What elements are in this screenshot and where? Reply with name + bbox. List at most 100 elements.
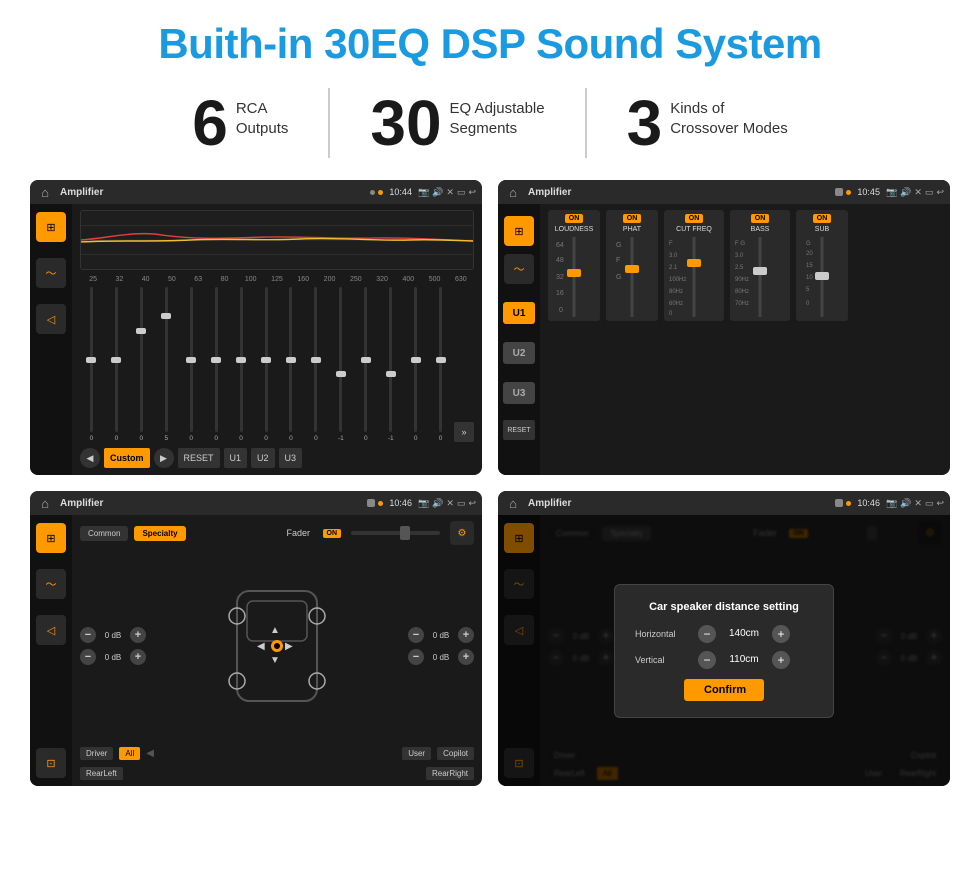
bal-specialty-tab[interactable]: Specialty [134, 526, 185, 541]
eq-slider-14[interactable]: 0 [404, 287, 427, 442]
bal-all-btn[interactable]: All [119, 747, 140, 760]
freq-40: 40 [133, 276, 159, 283]
svg-text:▼: ▼ [270, 655, 280, 666]
balance-content: ⊞ 〜 ◁ ⊡ Common Specialty Fader ON [30, 515, 482, 786]
amp-filter-btn[interactable]: ⊞ [504, 216, 534, 246]
stat-rca-number: 6 [192, 91, 228, 155]
vertical-plus-btn[interactable]: + [772, 651, 790, 669]
bal-rearright-btn[interactable]: RearRight [426, 767, 474, 780]
loudness-on[interactable]: ON [565, 214, 584, 223]
bal-wave-btn[interactable]: 〜 [36, 569, 66, 599]
eq-wave-btn[interactable]: 〜 [36, 258, 66, 288]
bal-plus-4[interactable]: + [458, 649, 474, 665]
confirm-button[interactable]: Confirm [684, 679, 764, 701]
status-dot-1 [370, 190, 375, 195]
status-dot-2 [378, 190, 383, 195]
amp-title-2: Amplifier [528, 187, 571, 198]
amp-reset-side[interactable]: RESET [503, 420, 534, 440]
window-icon-4[interactable]: ▭ [925, 498, 934, 509]
bal-plus-3[interactable]: + [458, 627, 474, 643]
eq-u1-btn[interactable]: U1 [224, 448, 248, 468]
status-bar-1: ⌂ Amplifier 10:44 📷 🔊 ✕ ▭ ↩ [30, 180, 482, 204]
bal-expand-btn[interactable]: ⊡ [36, 748, 66, 778]
vol-icon-4: 🔊 [900, 498, 911, 509]
eq-slider-2[interactable]: 0 [105, 287, 128, 442]
eq-content: ⊞ 〜 ◁ [30, 204, 482, 475]
horizontal-plus-btn[interactable]: + [772, 625, 790, 643]
eq-play-btn[interactable]: ▶ [154, 448, 174, 468]
eq-speaker-btn[interactable]: ◁ [36, 304, 66, 334]
vertical-minus-btn[interactable]: − [698, 651, 716, 669]
home-icon-1[interactable]: ⌂ [36, 183, 54, 201]
eq-slider-4[interactable]: 5 [155, 287, 178, 442]
eq-slider-6[interactable]: 0 [205, 287, 228, 442]
sub-on[interactable]: ON [813, 214, 832, 223]
eq-slider-8[interactable]: 0 [255, 287, 278, 442]
close-icon-3[interactable]: ✕ [446, 498, 454, 509]
eq-slider-12[interactable]: 0 [354, 287, 377, 442]
bass-on[interactable]: ON [751, 214, 770, 223]
bal-driver-btn[interactable]: Driver [80, 747, 113, 760]
eq-u3-btn[interactable]: U3 [279, 448, 303, 468]
amp-u2[interactable]: U2 [503, 342, 535, 364]
eq-custom-btn[interactable]: Custom [104, 448, 150, 468]
bal-fader-on[interactable]: ON [323, 529, 342, 538]
bal-plus-2[interactable]: + [130, 649, 146, 665]
cutfreq-on[interactable]: ON [685, 214, 704, 223]
bal-speaker-btn[interactable]: ◁ [36, 615, 66, 645]
bal-minus-3[interactable]: − [408, 627, 424, 643]
eq-slider-15[interactable]: 0 [429, 287, 452, 442]
eq-slider-10[interactable]: 0 [304, 287, 327, 442]
bal-bottom-row: Driver All ◀ User Copilot [80, 747, 474, 760]
close-icon-1[interactable]: ✕ [446, 187, 454, 198]
window-icon-1[interactable]: ▭ [457, 187, 466, 198]
back-icon-1[interactable]: ↩ [468, 187, 476, 198]
eq-slider-7[interactable]: 0 [230, 287, 253, 442]
bal-rearleft-btn[interactable]: RearLeft [80, 767, 123, 780]
home-icon-3[interactable]: ⌂ [36, 494, 54, 512]
amp-sidebar: ⊞ 〜 U1 U2 U3 RESET [498, 204, 540, 475]
bal-plus-1[interactable]: + [130, 627, 146, 643]
eq-expand-btn[interactable]: » [454, 422, 474, 442]
dialog-title: Car speaker distance setting [635, 601, 813, 613]
bal-db-row-1: − 0 dB + [80, 627, 146, 643]
amp-wave-btn[interactable]: 〜 [504, 254, 534, 284]
bal-common-tab[interactable]: Common [80, 526, 128, 541]
back-icon-4[interactable]: ↩ [936, 498, 944, 509]
bal-user-btn[interactable]: User [402, 747, 431, 760]
horizontal-minus-btn[interactable]: − [698, 625, 716, 643]
window-icon-2[interactable]: ▭ [925, 187, 934, 198]
phat-on[interactable]: ON [623, 214, 642, 223]
eq-u2-btn[interactable]: U2 [251, 448, 275, 468]
home-icon-4[interactable]: ⌂ [504, 494, 522, 512]
stat-rca-line2: Outputs [236, 119, 289, 139]
bal-minus-1[interactable]: − [80, 627, 96, 643]
amp-u3[interactable]: U3 [503, 382, 535, 404]
eq-slider-5[interactable]: 0 [180, 287, 203, 442]
home-icon-2[interactable]: ⌂ [504, 183, 522, 201]
freq-125: 125 [264, 276, 290, 283]
eq-slider-13[interactable]: -1 [379, 287, 402, 442]
bal-filter-btn[interactable]: ⊞ [36, 523, 66, 553]
freq-63: 63 [185, 276, 211, 283]
bal-minus-4[interactable]: − [408, 649, 424, 665]
bal-minus-2[interactable]: − [80, 649, 96, 665]
window-icon-3[interactable]: ▭ [457, 498, 466, 509]
eq-filter-btn[interactable]: ⊞ [36, 212, 66, 242]
eq-prev-btn[interactable]: ◀ [80, 448, 100, 468]
eq-reset-btn[interactable]: RESET [178, 448, 220, 468]
eq-slider-1[interactable]: 0 [80, 287, 103, 442]
back-icon-3[interactable]: ↩ [468, 498, 476, 509]
back-icon-2[interactable]: ↩ [936, 187, 944, 198]
bal-top-row: Common Specialty Fader ON ⚙ [80, 521, 474, 545]
eq-slider-9[interactable]: 0 [280, 287, 303, 442]
bal-copilot-btn[interactable]: Copilot [437, 747, 474, 760]
bal-settings-btn[interactable]: ⚙ [450, 521, 474, 545]
bal-main-panel: Common Specialty Fader ON ⚙ [72, 515, 482, 786]
eq-slider-3[interactable]: 0 [130, 287, 153, 442]
eq-sidebar: ⊞ 〜 ◁ [30, 204, 72, 475]
amp-u1[interactable]: U1 [503, 302, 535, 324]
close-icon-2[interactable]: ✕ [914, 187, 922, 198]
close-icon-4[interactable]: ✕ [914, 498, 922, 509]
eq-slider-11[interactable]: -1 [329, 287, 352, 442]
